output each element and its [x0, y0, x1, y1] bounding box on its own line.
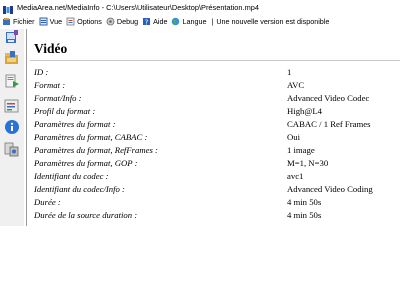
row-label: Format/Info :	[34, 93, 82, 103]
row-value: High@L4	[287, 106, 323, 116]
row-label: Identifiant du codec :	[34, 171, 109, 181]
section-divider	[30, 60, 400, 61]
menu-langue-label: Langue	[182, 17, 207, 26]
table-row: Format : AVC	[34, 79, 400, 91]
menu-vue[interactable]: Vue	[39, 17, 63, 26]
table-row: Paramètres du format : CABAC / 1 Ref Fra…	[34, 118, 400, 130]
open-folder-icon	[4, 50, 20, 71]
menu-options[interactable]: Options	[66, 17, 102, 26]
table-row: Paramètres du format, CABAC : Oui	[34, 131, 400, 143]
row-value: 4 min 50s	[287, 210, 322, 220]
preferences-icon	[4, 98, 20, 119]
menu-aide[interactable]: ? Aide	[142, 17, 167, 26]
export-button[interactable]	[2, 74, 22, 92]
help-icon: ?	[142, 17, 151, 26]
row-label: Profil du format :	[34, 106, 96, 116]
open-file-icon	[4, 29, 20, 50]
menu-debug[interactable]: Debug	[106, 17, 138, 26]
menu-aide-label: Aide	[153, 17, 168, 26]
table-row: Profil du format : High@L4	[34, 105, 400, 117]
row-value: Advanced Video Codec	[287, 93, 370, 103]
table-row: Format/Info : Advanced Video Codec	[34, 92, 400, 104]
about-button[interactable]	[2, 119, 22, 140]
row-label: Durée de la source duration :	[34, 210, 138, 220]
menu-fichier[interactable]: Fichier	[2, 17, 35, 26]
view-icon	[39, 17, 48, 26]
table-row: ID : 1	[34, 66, 400, 78]
row-label: Paramètres du format, RefFrames :	[34, 145, 158, 155]
menu-bar: Fichier Vue Options Debug ? Aide Langue …	[0, 14, 400, 29]
title-bar: MediaArea.net/MediaInfo - C:\Users\Utili…	[0, 0, 400, 14]
debug-icon	[106, 17, 115, 26]
open-file-button[interactable]	[2, 29, 22, 50]
menu-vue-label: Vue	[49, 17, 63, 26]
row-value: M=1, N=30	[287, 158, 329, 168]
row-label: Paramètres du format, GOP :	[34, 158, 138, 168]
preferences-button[interactable]	[2, 99, 22, 117]
open-folder-button[interactable]	[2, 50, 22, 71]
table-row: Durée de la source duration : 4 min 50s	[34, 209, 400, 221]
table-row: Identifiant du codec/Info : Advanced Vid…	[34, 183, 400, 195]
update-notice[interactable]: Une nouvelle version est disponible	[216, 17, 329, 26]
svg-text:?: ?	[145, 18, 149, 26]
row-label: Identifiant du codec/Info :	[34, 184, 125, 194]
menu-fichier-label: Fichier	[13, 17, 35, 26]
properties-button[interactable]	[2, 142, 22, 160]
row-value: Oui	[287, 132, 301, 142]
file-icon	[2, 17, 11, 26]
row-value: 1 image	[287, 145, 315, 155]
table-row: Paramètres du format, GOP : M=1, N=30	[34, 157, 400, 169]
row-value: 4 min 50s	[287, 197, 322, 207]
window-title: MediaArea.net/MediaInfo - C:\Users\Utili…	[17, 2, 259, 12]
row-label: Paramètres du format, CABAC :	[34, 132, 148, 142]
menu-options-label: Options	[77, 17, 102, 26]
menu-separator: |	[211, 17, 214, 26]
properties-icon	[4, 141, 20, 162]
table-row: Paramètres du format, RefFrames : 1 imag…	[34, 144, 400, 156]
row-value: Advanced Video Coding	[287, 184, 373, 194]
options-icon	[66, 17, 75, 26]
row-value: avc1	[287, 171, 304, 181]
row-value: AVC	[287, 80, 305, 90]
menu-langue[interactable]: Langue	[171, 17, 206, 26]
row-label: Paramètres du format :	[34, 119, 116, 129]
row-label: Durée :	[34, 197, 61, 207]
export-icon	[4, 73, 20, 94]
info-icon	[4, 119, 20, 140]
window-background	[0, 226, 400, 284]
table-row: Identifiant du codec : avc1	[34, 170, 400, 182]
mediainfo-app-icon	[3, 2, 13, 14]
menu-debug-label: Debug	[116, 17, 139, 26]
row-label: ID :	[34, 67, 49, 77]
panel-border	[26, 29, 27, 226]
row-label: Format :	[34, 80, 66, 90]
language-icon	[171, 17, 180, 26]
row-value: 1	[287, 67, 292, 77]
table-row: Durée : 4 min 50s	[34, 196, 400, 208]
row-value: CABAC / 1 Ref Frames	[287, 119, 371, 129]
section-title: Vidéo	[34, 41, 68, 56]
